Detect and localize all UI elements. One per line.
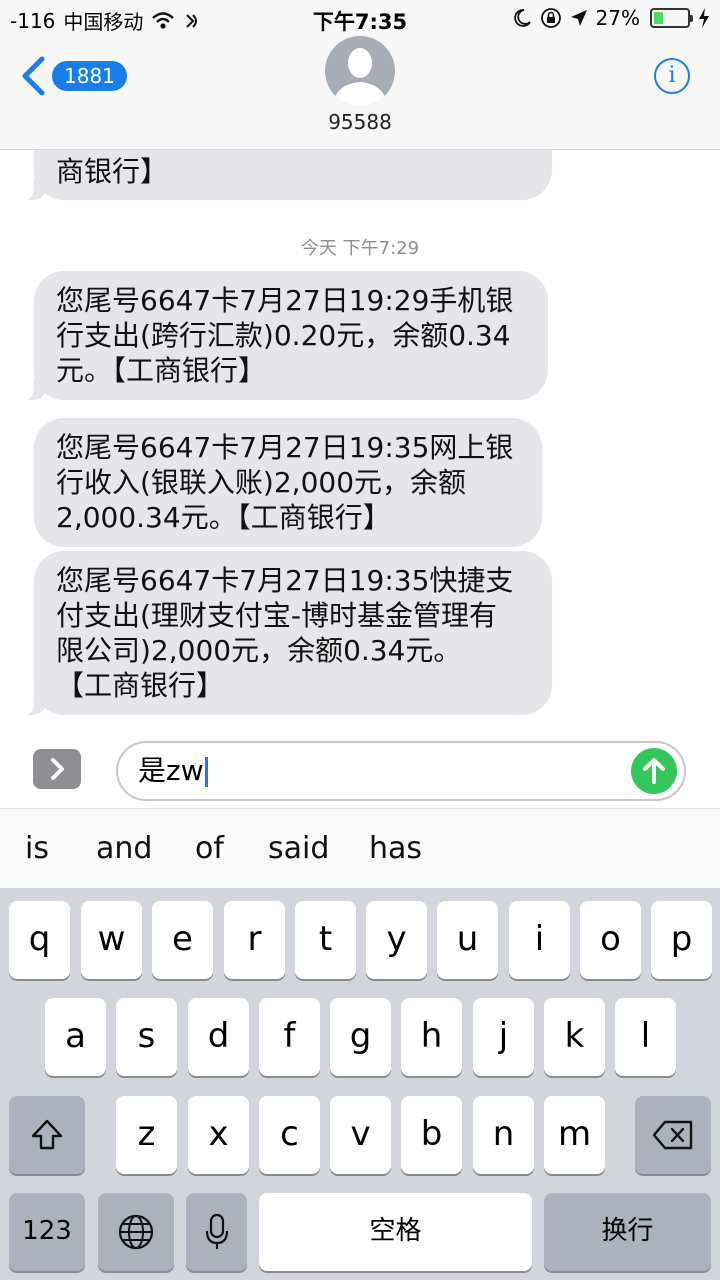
message-line: 元。【工商银行】 xyxy=(56,354,267,387)
message-text: 商银行】 xyxy=(56,155,169,188)
key-a[interactable]: a xyxy=(45,998,106,1076)
message-bubble[interactable]: 您尾号6647卡7月27日19:29手机银 行支出(跨行汇款)0.20元，余额0… xyxy=(16,271,548,401)
key-h[interactable]: h xyxy=(401,998,462,1076)
keyboard: q w e r t y u i o p a s d f g h j k l z … xyxy=(0,888,720,1280)
back-chevron-icon xyxy=(22,56,45,96)
send-button[interactable] xyxy=(631,748,677,794)
suggestion-item[interactable]: said xyxy=(268,831,329,866)
key-x[interactable]: x xyxy=(188,1096,249,1174)
key-g[interactable]: g xyxy=(330,998,391,1076)
suggestion-item[interactable]: of xyxy=(195,831,224,866)
space-key[interactable]: 空格 xyxy=(259,1193,532,1271)
key-q[interactable]: q xyxy=(9,901,70,979)
message-timestamp: 今天 下午7:29 xyxy=(300,238,420,259)
suggestion-item[interactable]: and xyxy=(96,831,152,866)
key-r[interactable]: r xyxy=(224,901,285,979)
message-line: 2,000.34元。【工商银行】 xyxy=(56,501,391,534)
key-n[interactable]: n xyxy=(473,1096,534,1174)
key-e[interactable]: e xyxy=(152,901,213,979)
moon-icon xyxy=(513,9,531,27)
message-input[interactable]: 是zw xyxy=(116,741,686,801)
status-bar: -116 中国移动 下午7:35 27% xyxy=(0,0,720,36)
backspace-icon xyxy=(652,1120,693,1150)
key-p[interactable]: p xyxy=(651,901,712,979)
key-v[interactable]: v xyxy=(330,1096,391,1174)
back-button[interactable]: 1881 xyxy=(20,56,127,96)
key-d[interactable]: d xyxy=(188,998,249,1076)
key-c[interactable]: c xyxy=(259,1096,320,1174)
message-line: 【工商银行】 xyxy=(56,669,225,702)
message-input-text: 是zw xyxy=(138,754,204,787)
key-s[interactable]: s xyxy=(116,998,177,1076)
message-line: 限公司)2,000元，余额0.34元。 xyxy=(56,634,462,667)
dictation-key[interactable] xyxy=(186,1193,247,1271)
message-line: 您尾号6647卡7月27日19:35快捷支 xyxy=(56,564,514,597)
key-o[interactable]: o xyxy=(580,901,641,979)
globe-key[interactable] xyxy=(98,1193,174,1271)
key-w[interactable]: w xyxy=(81,901,142,979)
battery-fill xyxy=(654,12,663,24)
message-bubble-partial[interactable]: 商银行】 xyxy=(16,150,552,201)
message-bubble[interactable]: 您尾号6647卡7月27日19:35快捷支 付支出(理财支付宝-博时基金管理有 … xyxy=(16,551,552,716)
suggestion-item[interactable]: is xyxy=(25,831,49,866)
battery-icon xyxy=(650,8,693,28)
key-t[interactable]: t xyxy=(295,901,356,979)
delete-key[interactable] xyxy=(635,1096,711,1174)
key-b[interactable]: b xyxy=(401,1096,462,1174)
unread-count-badge: 1881 xyxy=(52,61,127,91)
battery-percent: 27% xyxy=(595,6,640,30)
key-f[interactable]: f xyxy=(259,998,320,1076)
orientation-lock-icon xyxy=(540,8,561,28)
message-line: 付支出(理财支付宝-博时基金管理有 xyxy=(56,599,498,632)
info-button[interactable]: i xyxy=(654,58,690,94)
key-u[interactable]: u xyxy=(437,901,498,979)
key-l[interactable]: l xyxy=(615,998,676,1076)
key-y[interactable]: y xyxy=(366,901,427,979)
shift-key[interactable] xyxy=(9,1096,85,1174)
numbers-key[interactable]: 123 xyxy=(9,1193,85,1271)
key-z[interactable]: z xyxy=(116,1096,177,1174)
chevron-right-icon xyxy=(51,758,64,780)
suggestion-item[interactable]: has xyxy=(369,831,422,866)
key-m[interactable]: m xyxy=(544,1096,605,1174)
message-line: 行收入(银联入账)2,000元，余额 xyxy=(56,466,467,499)
globe-icon xyxy=(118,1214,154,1250)
location-arrow-icon xyxy=(570,10,587,26)
key-j[interactable]: j xyxy=(473,998,534,1076)
return-key[interactable]: 换行 xyxy=(544,1193,711,1271)
conversation-header: 1881 95588 i xyxy=(0,36,720,150)
message-bubble[interactable]: 您尾号6647卡7月27日19:35网上银 行收入(银联入账)2,000元，余额… xyxy=(34,418,542,547)
text-caret xyxy=(204,757,208,787)
status-right: 27% xyxy=(512,6,710,30)
message-line: 您尾号6647卡7月27日19:29手机银 xyxy=(56,284,514,317)
key-i[interactable]: i xyxy=(509,901,570,979)
message-line: 行支出(跨行汇款)0.20元，余额0.34 xyxy=(56,319,511,352)
key-k[interactable]: k xyxy=(544,998,605,1076)
arrow-up-icon xyxy=(643,758,665,784)
shift-arrow-icon xyxy=(31,1119,63,1150)
message-line: 您尾号6647卡7月27日19:35网上银 xyxy=(56,431,514,464)
person-silhouette-icon xyxy=(333,48,387,106)
charging-bolt-icon xyxy=(699,8,709,28)
predictive-suggestions-bar: is and of said has xyxy=(0,808,720,888)
contact-avatar[interactable] xyxy=(325,36,395,106)
contact-name[interactable]: 95588 xyxy=(0,110,720,134)
apps-expand-button[interactable] xyxy=(33,749,81,789)
microphone-icon xyxy=(205,1213,228,1249)
